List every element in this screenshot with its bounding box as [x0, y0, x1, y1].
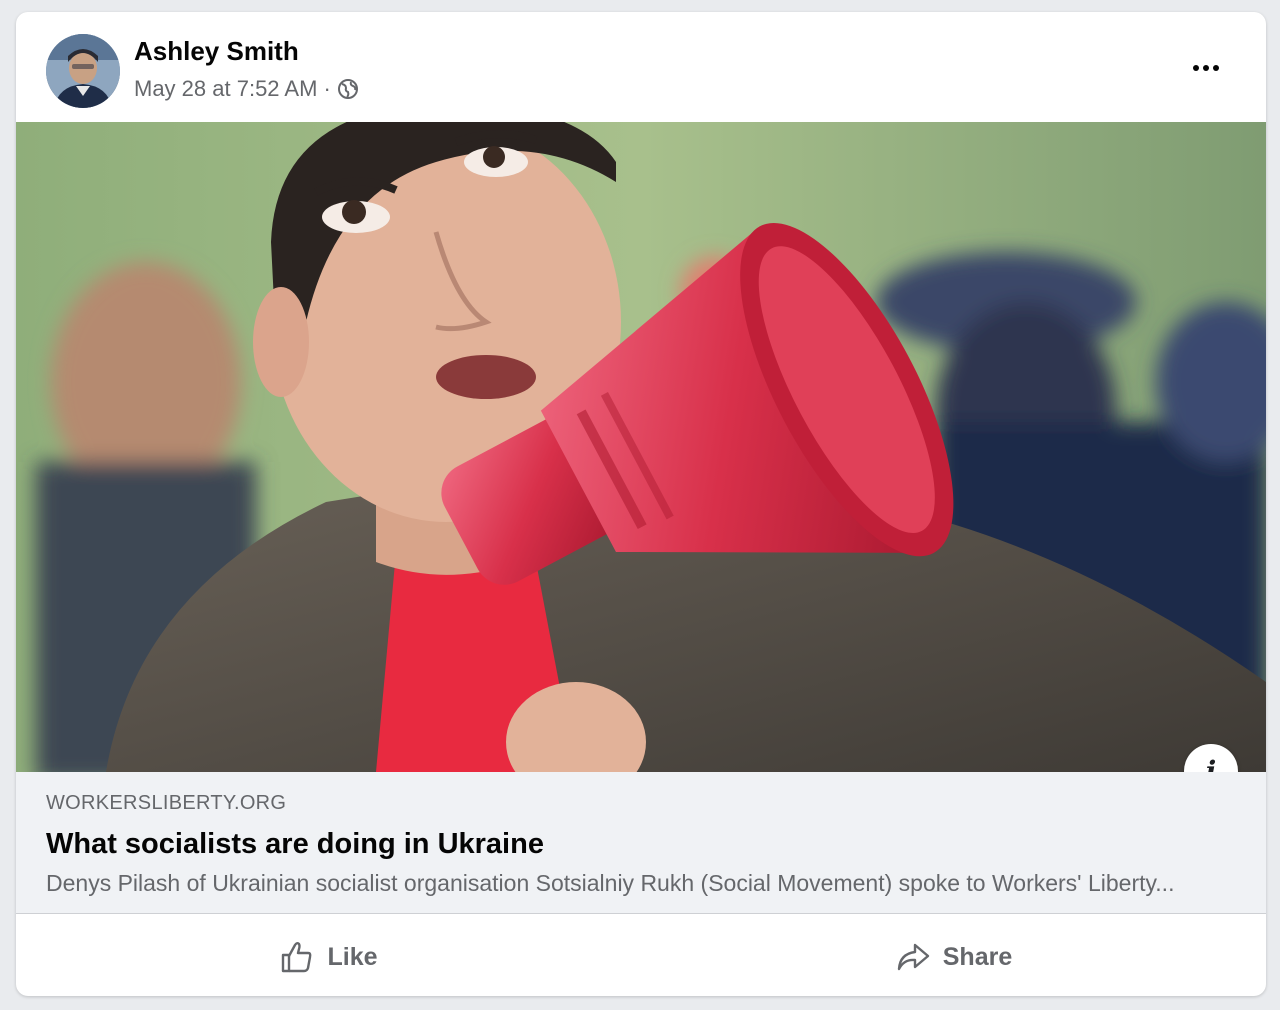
- more-options-icon[interactable]: [1182, 56, 1230, 80]
- more-dot: [1193, 65, 1199, 71]
- link-domain: WORKERSLIBERTY.ORG: [46, 792, 287, 814]
- link-preview[interactable]: WORKERSLIBERTY.ORG What socialists are d…: [16, 772, 1266, 914]
- post-actions: Like Share: [16, 918, 1266, 996]
- like-button[interactable]: Like: [16, 918, 641, 996]
- globe-icon[interactable]: [337, 78, 359, 100]
- like-label: Like: [327, 942, 378, 971]
- meta-separator: ·: [323, 76, 331, 101]
- share-arrow-icon: [897, 943, 929, 971]
- share-button[interactable]: Share: [641, 918, 1266, 996]
- post-header: Ashley Smith May 28 at 7:52 AM ·: [16, 12, 1266, 122]
- share-label: Share: [942, 942, 1013, 971]
- more-dot: [1213, 65, 1219, 71]
- post-timestamp[interactable]: May 28 at 7:52 AM: [134, 76, 317, 102]
- author-avatar[interactable]: [46, 34, 120, 108]
- link-description: Denys Pilash of Ukrainian socialist orga…: [46, 870, 1175, 896]
- thumbs-up-icon: [282, 942, 312, 973]
- post-meta: May 28 at 7:52 AM ·: [134, 76, 359, 102]
- link-title[interactable]: What socialists are doing in Ukraine: [46, 828, 544, 861]
- more-dot: [1203, 65, 1209, 71]
- post-card: Ashley Smith May 28 at 7:52 AM · i WORKE…: [16, 12, 1266, 996]
- link-preview-image[interactable]: [16, 122, 1266, 772]
- author-name[interactable]: Ashley Smith: [134, 36, 299, 67]
